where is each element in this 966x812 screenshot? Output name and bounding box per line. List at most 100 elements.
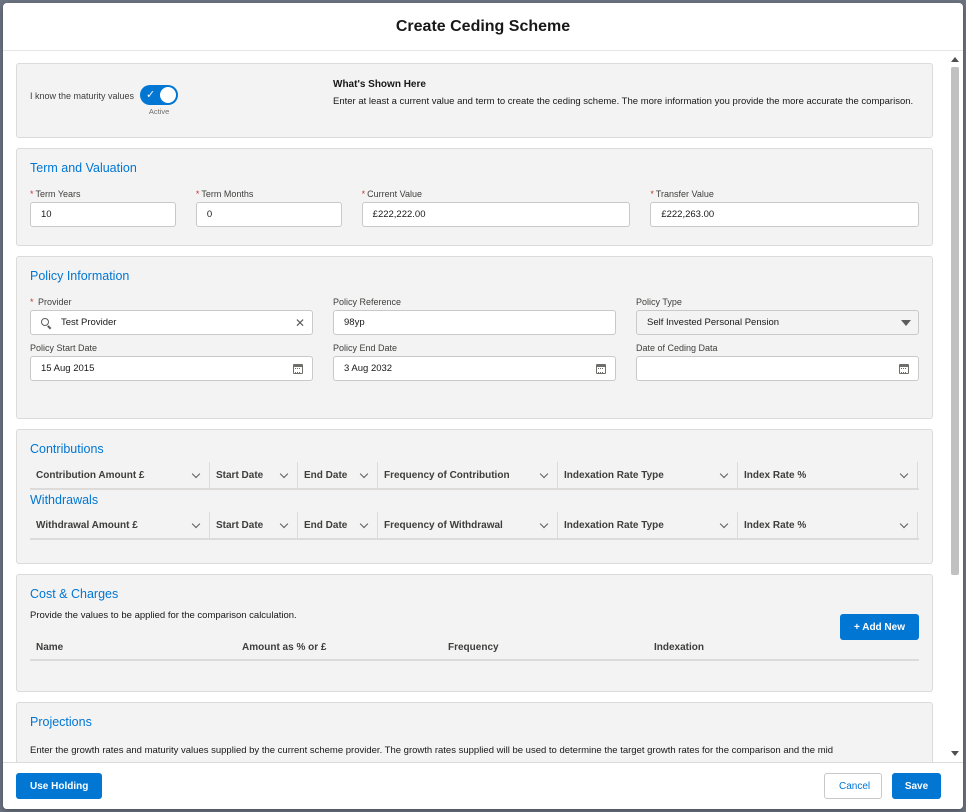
col-frequency-contribution[interactable]: Frequency of Contribution (378, 462, 558, 488)
policy-end-date-input[interactable]: 3 Aug 2032 (333, 356, 616, 381)
col-label: Withdrawal Amount £ (36, 519, 138, 531)
term-years-label: * Term Years (30, 189, 176, 199)
maturity-card: I know the maturity values ✓ Active What… (16, 63, 933, 138)
policy-information-title: Policy Information (30, 269, 130, 283)
info-box: What's Shown Here Enter at least a curre… (333, 79, 923, 109)
col-indexation: Indexation (654, 641, 705, 653)
scroll-thumb[interactable] (951, 67, 959, 575)
transfer-value-label: * Transfer Value (650, 189, 919, 199)
current-value-label: * Current Value (362, 189, 631, 199)
term-years-field: * Term Years 10 (30, 189, 176, 227)
col-indexation-rate-type[interactable]: Indexation Rate Type (558, 462, 738, 488)
policy-reference-field: Policy Reference 98yp (333, 297, 616, 335)
policy-reference-input[interactable]: 98yp (333, 310, 616, 335)
scroll-down-arrow-icon[interactable] (951, 751, 959, 756)
calendar-icon[interactable] (293, 364, 303, 374)
transfer-value-field: * Transfer Value £222,263.00 (650, 189, 919, 227)
projections-text: Enter the growth rates and maturity valu… (30, 745, 834, 756)
col-index-rate[interactable]: Index Rate % (738, 512, 918, 538)
col-label: Indexation Rate Type (564, 469, 664, 481)
current-value-label-text: Current Value (367, 189, 423, 199)
term-months-label: * Term Months (196, 189, 342, 199)
term-valuation-card: Term and Valuation * Term Years 10 * Term … (16, 148, 933, 246)
col-label: End Date (304, 469, 348, 481)
maturity-toggle[interactable]: ✓ (140, 85, 179, 105)
modal-title: Create Ceding Scheme (395, 17, 571, 35)
cost-charges-card: Cost & Charges Provide the values to be … (16, 574, 933, 692)
col-indexation-rate-type[interactable]: Indexation Rate Type (558, 512, 738, 538)
chevron-down-icon (719, 469, 729, 478)
clear-icon[interactable]: ✕ (295, 316, 305, 330)
policy-type-label: Policy Type (636, 297, 682, 307)
col-frequency-withdrawal[interactable]: Frequency of Withdrawal (378, 512, 558, 538)
ceding-data-date-label: Date of Ceding Data (636, 343, 718, 353)
col-end-date[interactable]: End Date (298, 512, 378, 538)
ceding-data-date-input[interactable] (636, 356, 919, 381)
maturity-toggle-group: I know the maturity values ✓ Active (30, 85, 179, 116)
save-button[interactable]: Save (892, 773, 941, 799)
chevron-down-icon (279, 519, 289, 528)
current-value-input[interactable]: £222,222.00 (361, 202, 631, 227)
scroll-up-arrow-icon[interactable] (951, 57, 959, 62)
cancel-button[interactable]: Cancel (824, 773, 882, 799)
col-frequency: Frequency (448, 641, 499, 653)
withdrawals-table-header: Withdrawal Amount £ Start Date End Date … (30, 512, 919, 540)
col-index-rate[interactable]: Index Rate % (738, 462, 918, 488)
info-title: What's Shown Here (333, 79, 426, 90)
term-years-input[interactable]: 10 (30, 202, 176, 227)
term-months-input[interactable]: 0 (195, 202, 342, 227)
provider-value: Test Provider (61, 317, 117, 328)
term-fields-row: * Term Years 10 * Term Months 0 * Current V… (30, 189, 919, 227)
col-name: Name (36, 641, 64, 653)
col-end-date[interactable]: End Date (298, 462, 378, 488)
col-amount: Amount as % or £ (242, 641, 327, 653)
col-label: Index Rate % (744, 469, 807, 481)
policy-information-card: Policy Information * Provider Test Provi… (16, 256, 933, 419)
modal-footer: Use Holding Cancel Save (3, 762, 963, 809)
add-new-button[interactable]: + Add New (839, 614, 919, 640)
policy-row-1: * Provider Test Provider ✕ Policy Refere… (30, 297, 919, 335)
provider-lookup-input[interactable]: Test Provider ✕ (30, 310, 313, 335)
caret-down-icon (901, 320, 911, 326)
cost-table-header: Name Amount as % or £ Frequency Indexati… (30, 635, 919, 661)
col-start-date[interactable]: Start Date (210, 512, 298, 538)
modal-body[interactable]: I know the maturity values ✓ Active What… (3, 51, 963, 762)
required-marker: * (30, 297, 37, 307)
policy-end-date-field: Policy End Date 3 Aug 2032 (333, 343, 616, 381)
transfer-value-input[interactable]: £222,263.00 (650, 202, 919, 227)
ceding-data-date-field: Date of Ceding Data (636, 343, 919, 381)
policy-type-select[interactable]: Self Invested Personal Pension (636, 310, 919, 335)
check-icon: ✓ (146, 89, 156, 101)
col-start-date[interactable]: Start Date (210, 462, 298, 488)
chevron-down-icon (191, 469, 201, 478)
contributions-table-header: Contribution Amount £ Start Date End Dat… (30, 462, 919, 490)
col-label: Frequency of Contribution (384, 469, 510, 481)
contributions-title: Contributions (30, 442, 104, 456)
modal-scrollbar[interactable] (949, 55, 960, 758)
col-label: Contribution Amount £ (36, 469, 145, 481)
policy-start-date-input[interactable]: 15 Aug 2015 (30, 356, 313, 381)
modal-header: Create Ceding Scheme (3, 3, 963, 51)
required-marker: * (361, 189, 366, 199)
current-value-field: * Current Value £222,222.00 (361, 189, 631, 227)
col-label: Start Date (216, 519, 264, 531)
calendar-icon[interactable] (596, 364, 606, 374)
footer-right: Cancel Save (824, 773, 941, 799)
toggle-knob (160, 87, 177, 103)
policy-end-date-label: Policy End Date (333, 343, 398, 353)
term-months-label-text: Term Months (201, 189, 254, 199)
transfer-value-label-text: Transfer Value (655, 189, 714, 199)
cost-charges-title: Cost & Charges (30, 587, 119, 601)
footer-left: Use Holding (16, 773, 103, 799)
chevron-down-icon (899, 469, 909, 478)
col-contribution-amount[interactable]: Contribution Amount £ (30, 462, 210, 488)
calendar-icon[interactable] (899, 364, 909, 374)
cost-charges-description: Provide the values to be applied for the… (30, 610, 297, 621)
use-holding-button[interactable]: Use Holding (16, 773, 103, 799)
policy-reference-label: Policy Reference (333, 297, 402, 307)
policy-type-field: Policy Type Self Invested Personal Pensi… (636, 297, 919, 335)
policy-start-date-value: 15 Aug 2015 (41, 363, 95, 374)
col-withdrawal-amount[interactable]: Withdrawal Amount £ (30, 512, 210, 538)
policy-start-date-label: Policy Start Date (30, 343, 98, 353)
contributions-card: Contributions Contribution Amount £ Star… (16, 429, 933, 564)
